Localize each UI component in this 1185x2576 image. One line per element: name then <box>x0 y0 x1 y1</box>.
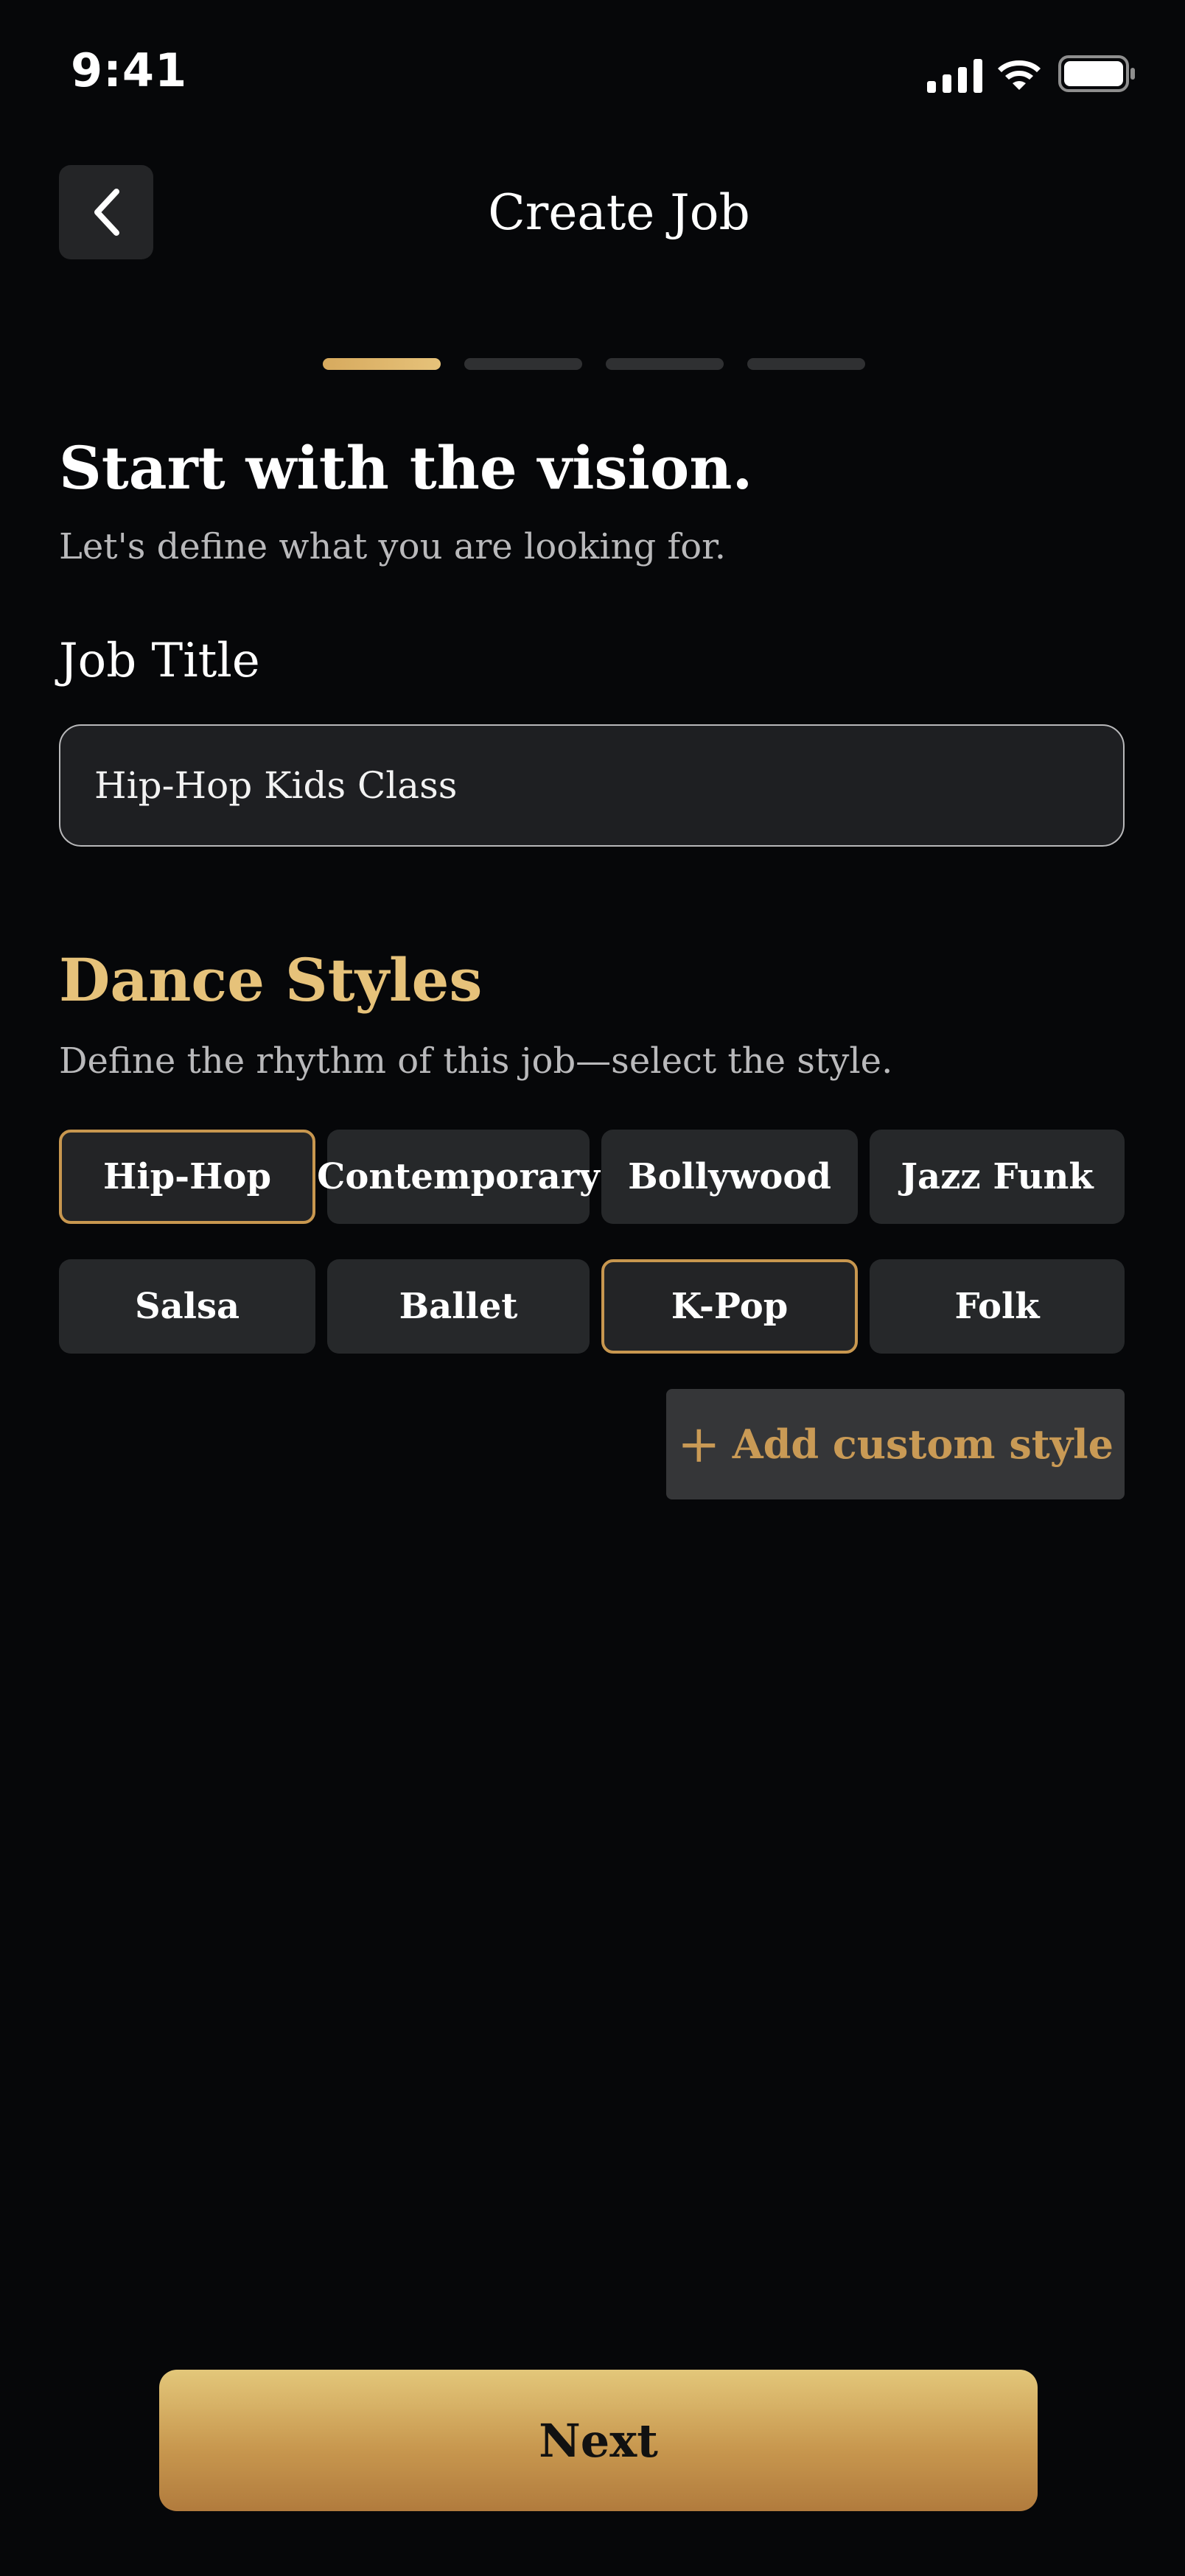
next-button[interactable]: Next <box>159 2370 1038 2511</box>
back-button[interactable] <box>59 165 153 259</box>
cellular-signal-icon <box>927 59 982 93</box>
style-chip-salsa[interactable]: Salsa <box>59 1259 315 1354</box>
style-chip-k-pop[interactable]: K-Pop <box>601 1259 858 1354</box>
dance-styles-subtitle: Define the rhythm of this job—select the… <box>59 1040 893 1082</box>
add-custom-style-label: Add custom style <box>732 1421 1114 1468</box>
step-indicator-2 <box>464 358 582 370</box>
status-time: 9:41 <box>71 43 188 97</box>
hero-subheading: Let's define what you are looking for. <box>59 526 727 567</box>
hero-heading: Start with the vision. <box>59 433 753 503</box>
style-chip-hip-hop[interactable]: Hip-Hop <box>59 1130 315 1224</box>
job-title-value: Hip-Hop Kids Class <box>94 764 458 807</box>
step-indicator-4 <box>747 358 865 370</box>
step-indicator-3 <box>606 358 724 370</box>
job-title-label: Job Title <box>59 634 260 688</box>
battery-icon <box>1058 55 1135 92</box>
style-chip-bollywood[interactable]: Bollywood <box>601 1130 858 1224</box>
plus-icon: + <box>677 1414 721 1474</box>
job-title-input[interactable]: Hip-Hop Kids Class <box>59 724 1125 847</box>
style-chip-folk[interactable]: Folk <box>870 1259 1125 1354</box>
dance-styles-title: Dance Styles <box>59 945 483 1015</box>
page-title: Create Job <box>488 184 750 241</box>
style-chip-ballet[interactable]: Ballet <box>327 1259 590 1354</box>
add-custom-style-button[interactable]: + Add custom style <box>666 1389 1125 1499</box>
style-chip-contemporary[interactable]: Contemporary <box>317 1130 600 1224</box>
chevron-left-icon <box>94 189 119 236</box>
step-indicator-1 <box>323 358 441 370</box>
style-chip-jazz-funk[interactable]: Jazz Funk <box>870 1130 1125 1224</box>
wifi-icon <box>998 60 1041 90</box>
